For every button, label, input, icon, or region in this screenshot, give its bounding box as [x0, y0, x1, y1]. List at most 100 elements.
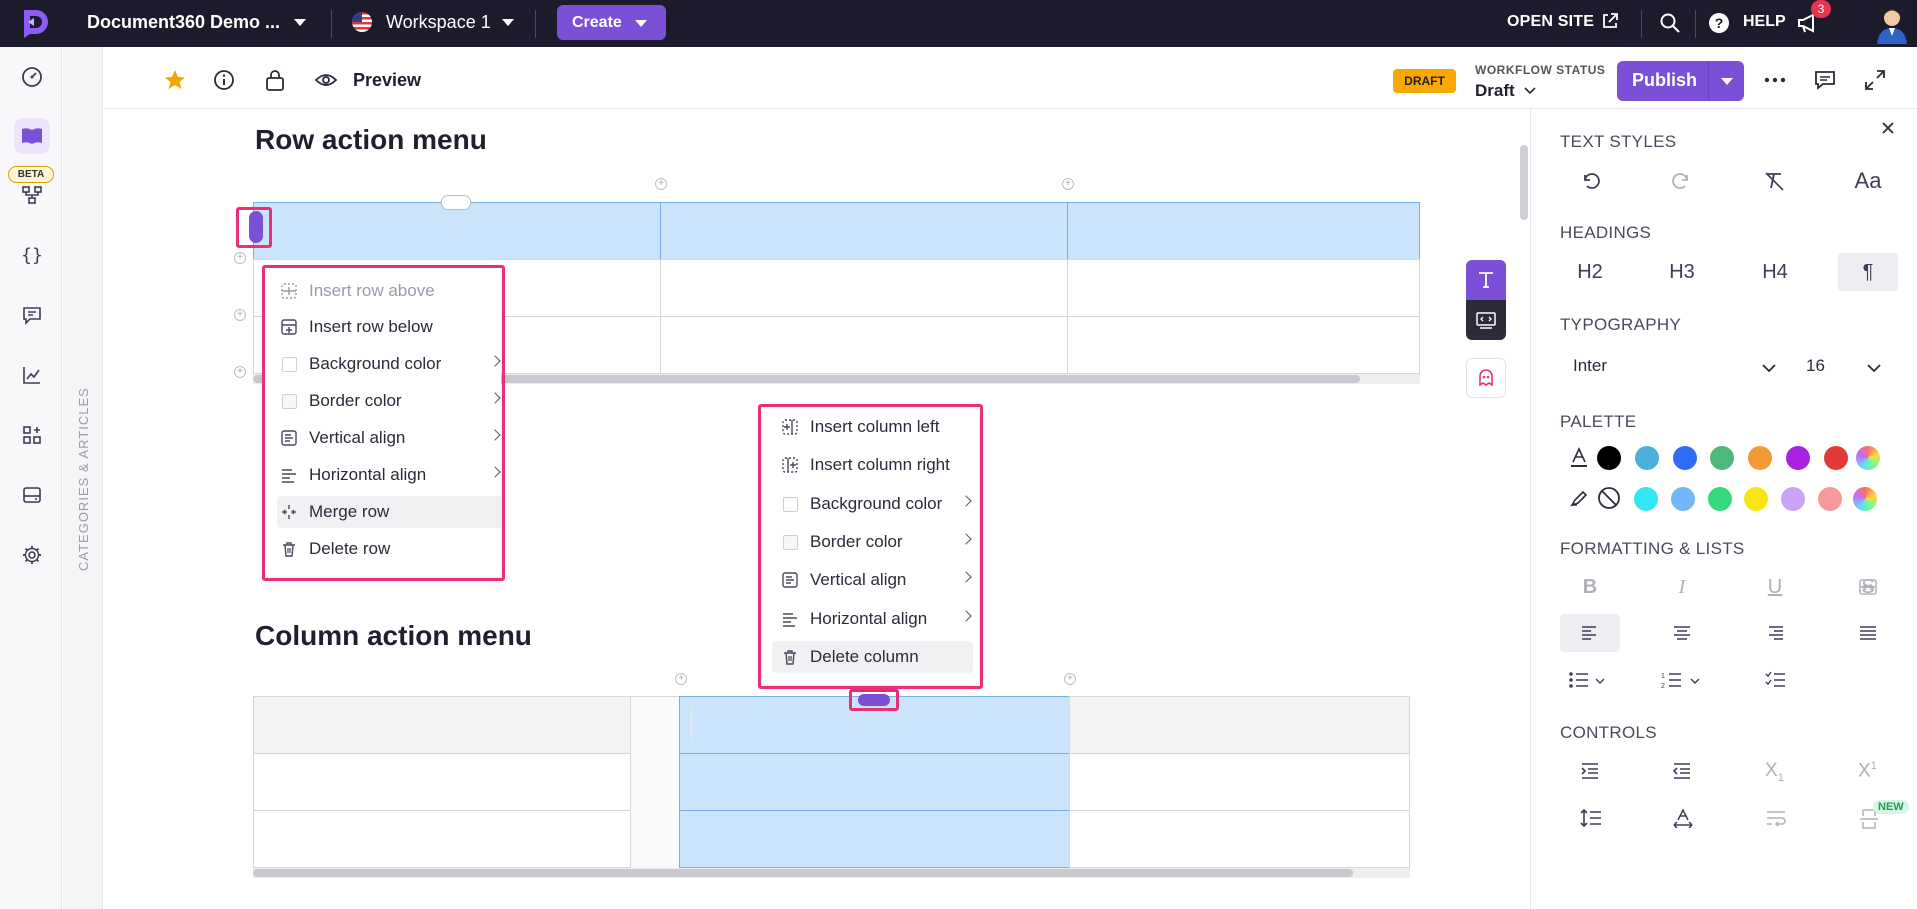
table-cell[interactable] [1067, 202, 1420, 260]
highlight-color-swatch[interactable] [1634, 487, 1658, 511]
table-cell[interactable] [1067, 259, 1420, 317]
table-cell[interactable] [679, 810, 1070, 868]
italic-button[interactable]: I [1652, 568, 1712, 606]
analytics-icon[interactable] [14, 357, 50, 393]
search-icon[interactable] [1659, 12, 1681, 34]
expand-icon[interactable] [1864, 69, 1886, 91]
add-column-icon[interactable]: + [1062, 178, 1074, 190]
text-color-swatch[interactable] [1748, 446, 1773, 470]
paragraph-button[interactable]: ¶ [1838, 253, 1898, 291]
line-height-icon[interactable] [1580, 808, 1602, 828]
checklist-icon[interactable] [1765, 670, 1787, 690]
table-cell[interactable] [1069, 753, 1410, 811]
superscript-icon[interactable]: X1 [1858, 760, 1877, 782]
embed-toggle-button[interactable] [1466, 300, 1506, 340]
indent-icon[interactable] [1580, 762, 1600, 780]
resize-handle[interactable] [690, 706, 693, 742]
heading-h4-button[interactable]: H4 [1745, 253, 1805, 291]
help-link[interactable]: HELP [1743, 13, 1786, 31]
text-color-swatch[interactable] [1634, 446, 1659, 470]
comment-icon[interactable] [1813, 68, 1837, 92]
highlight-color-swatch[interactable] [1670, 487, 1695, 511]
external-link-icon[interactable] [1601, 12, 1619, 30]
heading-h2-button[interactable]: H2 [1560, 253, 1620, 291]
help-icon[interactable]: ? [1708, 12, 1730, 34]
align-left-button[interactable] [1560, 614, 1620, 652]
workspace-dropdown-icon[interactable] [502, 19, 514, 26]
font-size-select[interactable]: 16 [1806, 356, 1825, 376]
table-cell[interactable] [253, 810, 631, 868]
add-column-icon[interactable]: + [1064, 673, 1076, 685]
outdent-icon[interactable] [1672, 762, 1692, 780]
project-dropdown-icon[interactable] [294, 19, 306, 26]
chevron-down-icon[interactable] [1762, 364, 1776, 373]
comments-icon[interactable] [14, 297, 50, 333]
star-icon[interactable] [163, 68, 187, 92]
table-cell[interactable] [253, 753, 631, 811]
highlight-color-swatch[interactable] [1781, 487, 1806, 511]
table-cell[interactable] [660, 202, 1068, 260]
info-icon[interactable] [213, 69, 235, 91]
editor-scrollbar[interactable] [1520, 145, 1528, 220]
undo-button[interactable] [1560, 162, 1620, 200]
table-cell[interactable] [1069, 810, 1410, 868]
highlight-color-swatch[interactable] [1707, 487, 1732, 511]
chevron-down-icon[interactable] [1524, 87, 1536, 95]
custom-text-color-picker[interactable] [1856, 446, 1880, 470]
text-color-swatch[interactable] [1597, 446, 1621, 470]
close-icon[interactable] [1881, 121, 1895, 135]
bullet-list-icon[interactable] [1568, 670, 1608, 690]
add-column-icon[interactable]: + [675, 673, 687, 685]
align-justify-button[interactable] [1838, 614, 1898, 652]
table-cell[interactable] [660, 259, 1068, 317]
table-cell[interactable] [679, 753, 1070, 811]
no-highlight-icon[interactable] [1597, 486, 1621, 510]
row-action-heading[interactable]: Row action menu [255, 124, 487, 156]
api-icon[interactable]: {} [14, 237, 50, 273]
heading-h3-button[interactable]: H3 [1652, 253, 1712, 291]
settings-gear-icon[interactable] [14, 537, 50, 573]
text-wrap-icon[interactable] [1765, 808, 1787, 828]
table-scrollbar-thumb[interactable] [253, 869, 1353, 877]
publish-dropdown-icon[interactable] [1721, 78, 1733, 85]
more-options-icon[interactable] [1764, 77, 1786, 83]
subscript-icon[interactable]: X1 [1765, 760, 1784, 784]
chevron-down-icon[interactable] [1867, 364, 1881, 373]
text-style-toggle-button[interactable] [1466, 260, 1506, 300]
text-case-button[interactable]: Aa [1838, 162, 1898, 200]
text-color-swatch[interactable] [1672, 446, 1697, 470]
underline-button[interactable]: U [1745, 568, 1805, 606]
clear-format-button[interactable] [1745, 162, 1805, 200]
eye-icon[interactable] [314, 70, 338, 90]
dashboard-icon[interactable] [14, 59, 50, 95]
column-action-heading[interactable]: Column action menu [255, 620, 532, 652]
workspace-selector[interactable]: Workspace 1 [386, 12, 491, 33]
document360-logo-icon[interactable] [18, 6, 52, 40]
table-cell[interactable] [253, 202, 661, 260]
custom-highlight-color-picker[interactable] [1853, 487, 1877, 511]
table-cell[interactable] [1067, 316, 1420, 374]
highlight-color-swatch[interactable] [1818, 487, 1842, 511]
categories-label[interactable]: CATEGORIES & ARTICLES [76, 387, 91, 571]
add-row-icon[interactable]: + [234, 309, 246, 321]
workflow-status-dropdown[interactable]: Draft [1475, 81, 1515, 101]
table-cell[interactable] [1069, 696, 1410, 754]
text-color-swatch[interactable] [1823, 446, 1848, 470]
publish-button[interactable]: Publish [1617, 61, 1744, 101]
add-row-icon[interactable]: + [234, 366, 246, 378]
inline-code-icon[interactable] [1858, 577, 1878, 597]
font-family-select[interactable]: Inter [1573, 356, 1607, 376]
align-center-button[interactable] [1652, 614, 1712, 652]
ai-assistant-button[interactable] [1466, 358, 1506, 398]
numbered-list-icon[interactable]: 12 [1661, 670, 1703, 690]
text-color-icon[interactable] [1568, 446, 1590, 470]
highlighter-icon[interactable] [1568, 487, 1590, 509]
drive-icon[interactable] [14, 477, 50, 513]
align-right-button[interactable] [1745, 614, 1805, 652]
table-cell[interactable] [660, 316, 1068, 374]
text-color-swatch[interactable] [1786, 446, 1810, 470]
letter-spacing-icon[interactable] [1672, 808, 1694, 828]
redo-button[interactable] [1652, 162, 1712, 200]
lock-icon[interactable] [264, 68, 286, 92]
documentation-icon[interactable] [14, 118, 50, 154]
